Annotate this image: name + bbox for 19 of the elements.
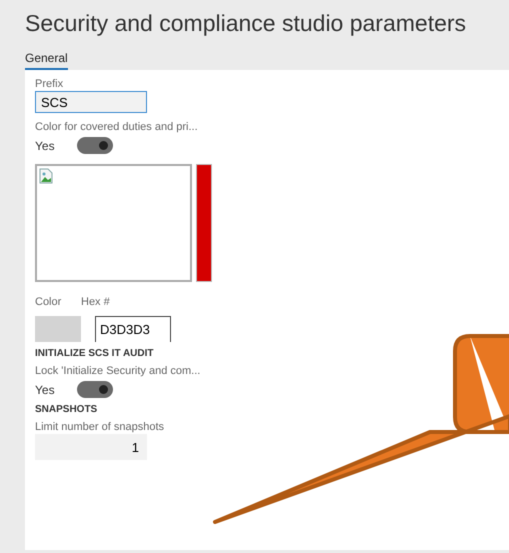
field-label: Color for covered duties and pri... (35, 121, 198, 133)
hex-field[interactable]: D3D3D3 (95, 316, 171, 342)
number-field[interactable]: 1 (35, 434, 147, 460)
page-title: Security and compliance studio parameters (25, 10, 468, 37)
field-label: Prefix (35, 78, 64, 90)
section-heading: INITIALIZE SCS IT AUDIT (35, 348, 154, 359)
color-swatch[interactable] (35, 316, 81, 342)
toggle-text: Yes (35, 382, 55, 396)
toggle-switch[interactable] (77, 137, 113, 154)
field-label: Hex # (81, 296, 110, 308)
prefix-field[interactable]: SCS (35, 91, 147, 113)
toggle-switch[interactable] (77, 381, 113, 398)
field-label: Limit number of snapshots (35, 421, 164, 433)
field-label: Lock 'Initialize Security and com... (35, 365, 200, 377)
toggle-text: Yes (35, 138, 55, 152)
section-heading: SNAPSHOTS (35, 404, 98, 415)
broken-image-icon (39, 168, 53, 184)
field-label: Color (35, 296, 62, 308)
hue-bar[interactable] (196, 164, 212, 282)
